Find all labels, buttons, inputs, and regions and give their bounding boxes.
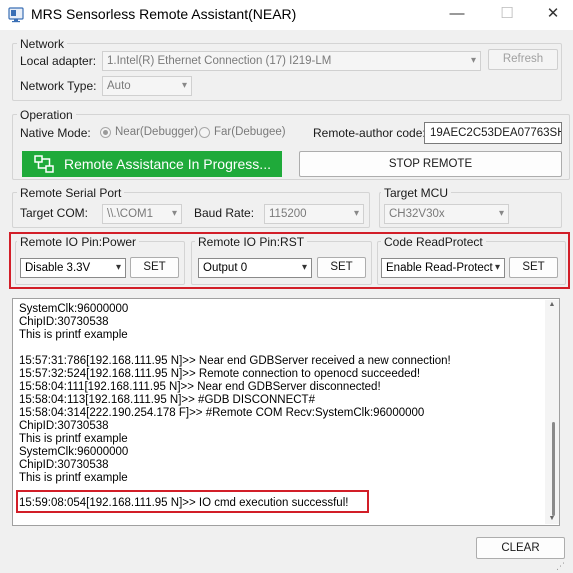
scroll-down-icon[interactable]: ▼ (545, 515, 559, 522)
chevron-down-icon: ▾ (353, 208, 359, 219)
remote-assistance-button[interactable]: Remote Assistance In Progress... (22, 151, 282, 177)
chevron-down-icon: ▾ (181, 80, 187, 91)
log-line: This is printf example (19, 472, 128, 484)
network-legend: Network (17, 37, 68, 51)
maximize-button[interactable]: ☐ (484, 0, 530, 30)
io-rst-select[interactable]: Output 0 ▾ (198, 258, 312, 278)
network-type-select[interactable]: Auto ▾ (102, 76, 192, 96)
target-mcu-legend: Target MCU (381, 186, 452, 200)
chevron-down-icon: ▾ (171, 208, 177, 219)
log-line: 15:57:31:786[192.168.111.95 N]>> Near en… (19, 355, 451, 367)
log-line: ChipID:30730538 (19, 316, 109, 328)
log-line: ChipID:30730538 (19, 459, 109, 471)
baud-rate-label: Baud Rate: (194, 206, 255, 220)
readprotect-set-button[interactable]: SET (509, 257, 558, 278)
io-power-legend: Remote IO Pin:Power (17, 235, 140, 249)
log-line: This is printf example (19, 329, 128, 341)
operation-legend: Operation (17, 108, 76, 122)
log-line: SystemClk:96000000 (19, 303, 129, 315)
native-mode-label: Native Mode: (20, 126, 91, 140)
io-power-set-button[interactable]: SET (130, 257, 179, 278)
stop-remote-button[interactable]: STOP REMOTE (299, 151, 562, 177)
network-icon (34, 155, 54, 173)
chevron-down-icon: ▾ (470, 55, 476, 66)
network-type-label: Network Type: (20, 79, 97, 93)
close-button[interactable]: ✕ (530, 0, 573, 30)
remote-author-code-label: Remote-author code: (313, 126, 426, 140)
target-mcu-select[interactable]: CH32V30x ▾ (384, 204, 509, 224)
network-type-value: Auto (107, 80, 131, 92)
app-icon (8, 7, 24, 23)
baud-rate-select[interactable]: 115200 ▾ (264, 204, 364, 224)
target-com-value: \\.\COM1 (107, 208, 154, 220)
log-line: SystemClk:96000000 (19, 446, 129, 458)
io-rst-value: Output 0 (203, 262, 248, 274)
success-line-highlight (16, 490, 369, 513)
chevron-down-icon: ▾ (301, 262, 307, 273)
near-debugger-radio[interactable] (100, 127, 111, 138)
log-line: 15:58:04:111[192.168.111.95 N]>> Near en… (19, 381, 381, 393)
readprotect-select[interactable]: Enable Read-Protect ▾ (381, 258, 505, 278)
io-power-select[interactable]: Disable 3.3V ▾ (20, 258, 126, 278)
target-com-label: Target COM: (20, 206, 89, 220)
window-title: MRS Sensorless Remote Assistant(NEAR) (31, 6, 297, 22)
serial-port-legend: Remote Serial Port (17, 186, 125, 200)
clear-button[interactable]: CLEAR (476, 537, 565, 559)
log-line: 15:58:04:113[192.168.111.95 N]>> #GDB DI… (19, 394, 315, 406)
log-line: ChipID:30730538 (19, 420, 109, 432)
baud-rate-value: 115200 (269, 208, 307, 220)
near-debugger-label: Near(Debugger) (115, 126, 199, 138)
chevron-down-icon: ▾ (494, 262, 500, 273)
log-line: 15:58:04:314[222.190.254.178 F]>> #Remot… (19, 407, 425, 419)
refresh-button[interactable]: Refresh (488, 49, 558, 70)
local-adapter-value: 1.Intel(R) Ethernet Connection (17) I219… (107, 55, 332, 67)
log-line: 15:57:32:524[192.168.111.95 N]>> Remote … (19, 368, 421, 380)
far-debugee-radio[interactable] (199, 127, 210, 138)
remote-assistance-label: Remote Assistance In Progress... (64, 156, 271, 172)
log-line: This is printf example (19, 433, 128, 445)
readprotect-legend: Code ReadProtect (381, 235, 486, 249)
io-rst-set-button[interactable]: SET (317, 257, 366, 278)
far-debugee-label: Far(Debugee) (214, 126, 286, 138)
local-adapter-select[interactable]: 1.Intel(R) Ethernet Connection (17) I219… (102, 51, 481, 71)
chevron-down-icon: ▾ (498, 208, 504, 219)
minimize-button[interactable]: — (434, 0, 480, 30)
chevron-down-icon: ▾ (115, 262, 121, 273)
resize-grip-icon[interactable]: ⋰ (556, 560, 568, 572)
remote-author-code-input[interactable]: 19AEC2C53DEA07763SH (424, 122, 562, 144)
target-mcu-value: CH32V30x (389, 208, 445, 220)
readprotect-value: Enable Read-Protect (386, 262, 493, 274)
scroll-up-icon[interactable]: ▲ (545, 301, 559, 308)
target-com-select[interactable]: \\.\COM1 ▾ (102, 204, 182, 224)
io-power-value: Disable 3.3V (25, 262, 91, 274)
io-rst-legend: Remote IO Pin:RST (195, 235, 308, 249)
local-adapter-label: Local adapter: (20, 54, 97, 68)
scroll-thumb[interactable] (552, 422, 555, 516)
